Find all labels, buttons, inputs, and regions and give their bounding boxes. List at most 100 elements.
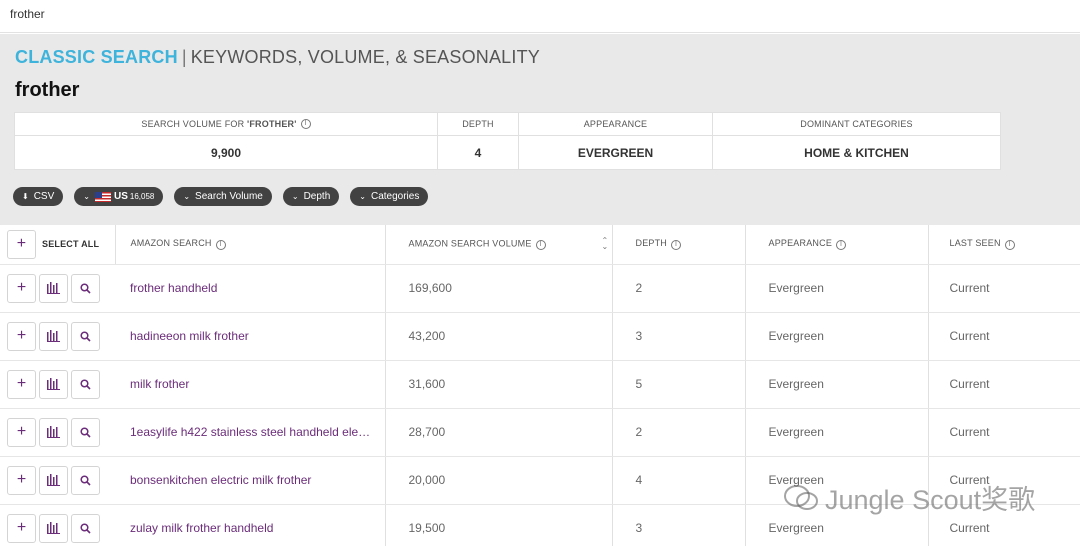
add-keyword-button[interactable]: + <box>7 321 36 351</box>
title-separator: | <box>181 47 187 67</box>
search-icon[interactable] <box>71 465 100 495</box>
column-header-search-volume[interactable]: AMAZON SEARCH VOLUME i ⌃ ⌄ <box>385 225 612 265</box>
column-label: AMAZON SEARCH <box>130 238 212 249</box>
csv-export-button[interactable]: ⬇ CSV <box>13 187 64 206</box>
chevron-down-icon: ⌄ <box>291 192 299 201</box>
appearance-cell: Evergreen <box>744 264 928 313</box>
table-row: +1easylife h422 stainless steel handheld… <box>0 408 1080 457</box>
table-row: + bonsenkitchen electric milk frother 20,0… <box>0 456 1080 505</box>
bar-chart-icon[interactable] <box>39 513 68 543</box>
csv-label: CSV <box>33 191 55 202</box>
bar-chart-icon[interactable] <box>39 321 68 351</box>
stat-label-text: SEARCH VOLUME FOR <box>141 119 245 129</box>
column-header-depth[interactable]: DEPTH i <box>611 225 745 265</box>
keyword-heading: frother <box>15 79 80 101</box>
bar-chart-icon[interactable] <box>39 273 68 303</box>
search-volume-cell: 19,500 <box>385 504 612 546</box>
stat-appearance: APPEARANCE EVERGREEN <box>519 113 713 169</box>
stat-search-volume: SEARCH VOLUME FOR 'FROTHER' i 9,900 <box>15 113 438 169</box>
search-volume-cell: 169,600 <box>385 264 612 313</box>
last-seen-cell: Current <box>927 264 1080 313</box>
categories-filter-label: Categories <box>370 191 420 202</box>
depth-cell: 3 <box>611 312 745 361</box>
appearance-cell: Evergreen <box>744 312 928 361</box>
categories-filter[interactable]: ⌄ Categories <box>350 187 429 206</box>
row-actions: + <box>0 312 115 361</box>
column-header-last-seen[interactable]: LAST SEEN i <box>927 225 1080 265</box>
info-icon[interactable]: i <box>671 240 682 251</box>
row-actions: + <box>0 408 115 457</box>
last-seen-cell: Current <box>927 504 1080 546</box>
stat-value: 4 <box>474 145 482 160</box>
title-accent: CLASSIC SEARCH <box>15 47 178 67</box>
keyword-link[interactable]: bonsenkitchen electric milk frother <box>115 456 386 505</box>
last-seen-cell: Current <box>927 456 1080 505</box>
search-icon[interactable] <box>71 513 100 543</box>
search-volume-filter[interactable]: ⌄ Search Volume <box>174 187 272 206</box>
chevron-down-icon: ⌄ <box>359 192 366 201</box>
table-row: + milk frother 31,600 5 Evergreen Current <box>0 360 1080 409</box>
appearance-cell: Evergreen <box>744 408 928 457</box>
column-header-appearance[interactable]: APPEARANCE i <box>744 225 928 265</box>
add-keyword-button[interactable]: + <box>7 513 36 543</box>
stat-label: DEPTH <box>438 113 518 136</box>
add-keyword-button[interactable]: + <box>7 273 36 303</box>
add-keyword-button[interactable]: + <box>7 465 36 495</box>
keyword-link[interactable]: zulay milk frother handheld <box>115 504 386 546</box>
keyword-link[interactable]: frother handheld <box>115 264 386 313</box>
info-icon[interactable]: i <box>535 240 546 251</box>
info-icon[interactable]: i <box>300 119 311 129</box>
info-icon[interactable]: i <box>836 240 847 251</box>
column-label: AMAZON SEARCH VOLUME <box>408 238 532 249</box>
keyword-link[interactable]: 1easylife h422 stainless steel handheld … <box>115 408 386 457</box>
add-keyword-button[interactable]: + <box>7 417 36 447</box>
search-input[interactable] <box>10 7 610 21</box>
depth-filter[interactable]: ⌄ Depth <box>282 187 340 206</box>
info-icon[interactable]: i <box>215 240 226 251</box>
stat-value: HOME & KITCHEN <box>804 145 909 160</box>
select-all-cell: + SELECT ALL <box>0 225 116 265</box>
last-seen-cell: Current <box>927 360 1080 409</box>
stat-label: SEARCH VOLUME FOR 'FROTHER' i <box>15 113 437 136</box>
table-row: + hadineeon milk frother 43,200 3 Evergreen C… <box>0 312 1080 361</box>
column-label: DEPTH <box>635 238 668 249</box>
bar-chart-icon[interactable] <box>39 369 68 399</box>
search-volume-cell: 31,600 <box>385 360 612 409</box>
select-all-label: SELECT ALL <box>42 239 100 250</box>
select-all-button[interactable]: + <box>7 229 36 259</box>
search-volume-filter-label: Search Volume <box>195 191 263 202</box>
depth-filter-label: Depth <box>303 191 331 202</box>
depth-cell: 2 <box>611 264 745 313</box>
bar-chart-icon[interactable] <box>39 417 68 447</box>
marketplace-dropdown[interactable]: ⌄ US 16,058 <box>74 187 164 206</box>
appearance-cell: Evergreen <box>744 456 928 505</box>
depth-cell: 5 <box>611 360 745 409</box>
keyword-link[interactable]: milk frother <box>115 360 386 409</box>
info-icon[interactable]: i <box>1004 240 1015 251</box>
search-icon[interactable] <box>71 417 100 447</box>
depth-cell: 2 <box>611 408 745 457</box>
stat-value: 9,900 <box>210 145 242 160</box>
table-row: + frother handheld 169,600 2 Evergreen Curren… <box>0 264 1080 313</box>
search-icon[interactable] <box>71 273 100 303</box>
add-keyword-button[interactable]: + <box>7 369 36 399</box>
stat-label-keyword: 'FROTHER' <box>247 119 297 129</box>
stats-summary: SEARCH VOLUME FOR 'FROTHER' i 9,900 DEPT… <box>14 112 1001 170</box>
bar-chart-icon[interactable] <box>39 465 68 495</box>
keyword-table: + SELECT ALL AMAZON SEARCH i AMAZON SEARC… <box>0 225 1080 546</box>
stat-label: APPEARANCE <box>519 113 712 136</box>
last-seen-cell: Current <box>927 312 1080 361</box>
stat-label: DOMINANT CATEGORIES <box>713 113 1000 136</box>
row-actions: + <box>0 456 115 505</box>
chevron-down-icon: ⌄ <box>83 192 90 201</box>
keyword-link[interactable]: hadineeon milk frother <box>115 312 386 361</box>
table-row: + zulay milk frother handheld 19,500 3 Everg… <box>0 504 1080 546</box>
search-icon[interactable] <box>71 369 100 399</box>
search-bar <box>0 0 1080 33</box>
column-label: APPEARANCE <box>768 238 833 249</box>
sort-icon[interactable]: ⌃ ⌄ <box>602 237 609 251</box>
search-icon[interactable] <box>71 321 100 351</box>
column-header-amazon-search[interactable]: AMAZON SEARCH i <box>115 225 386 265</box>
depth-cell: 3 <box>611 504 745 546</box>
depth-cell: 4 <box>611 456 745 505</box>
